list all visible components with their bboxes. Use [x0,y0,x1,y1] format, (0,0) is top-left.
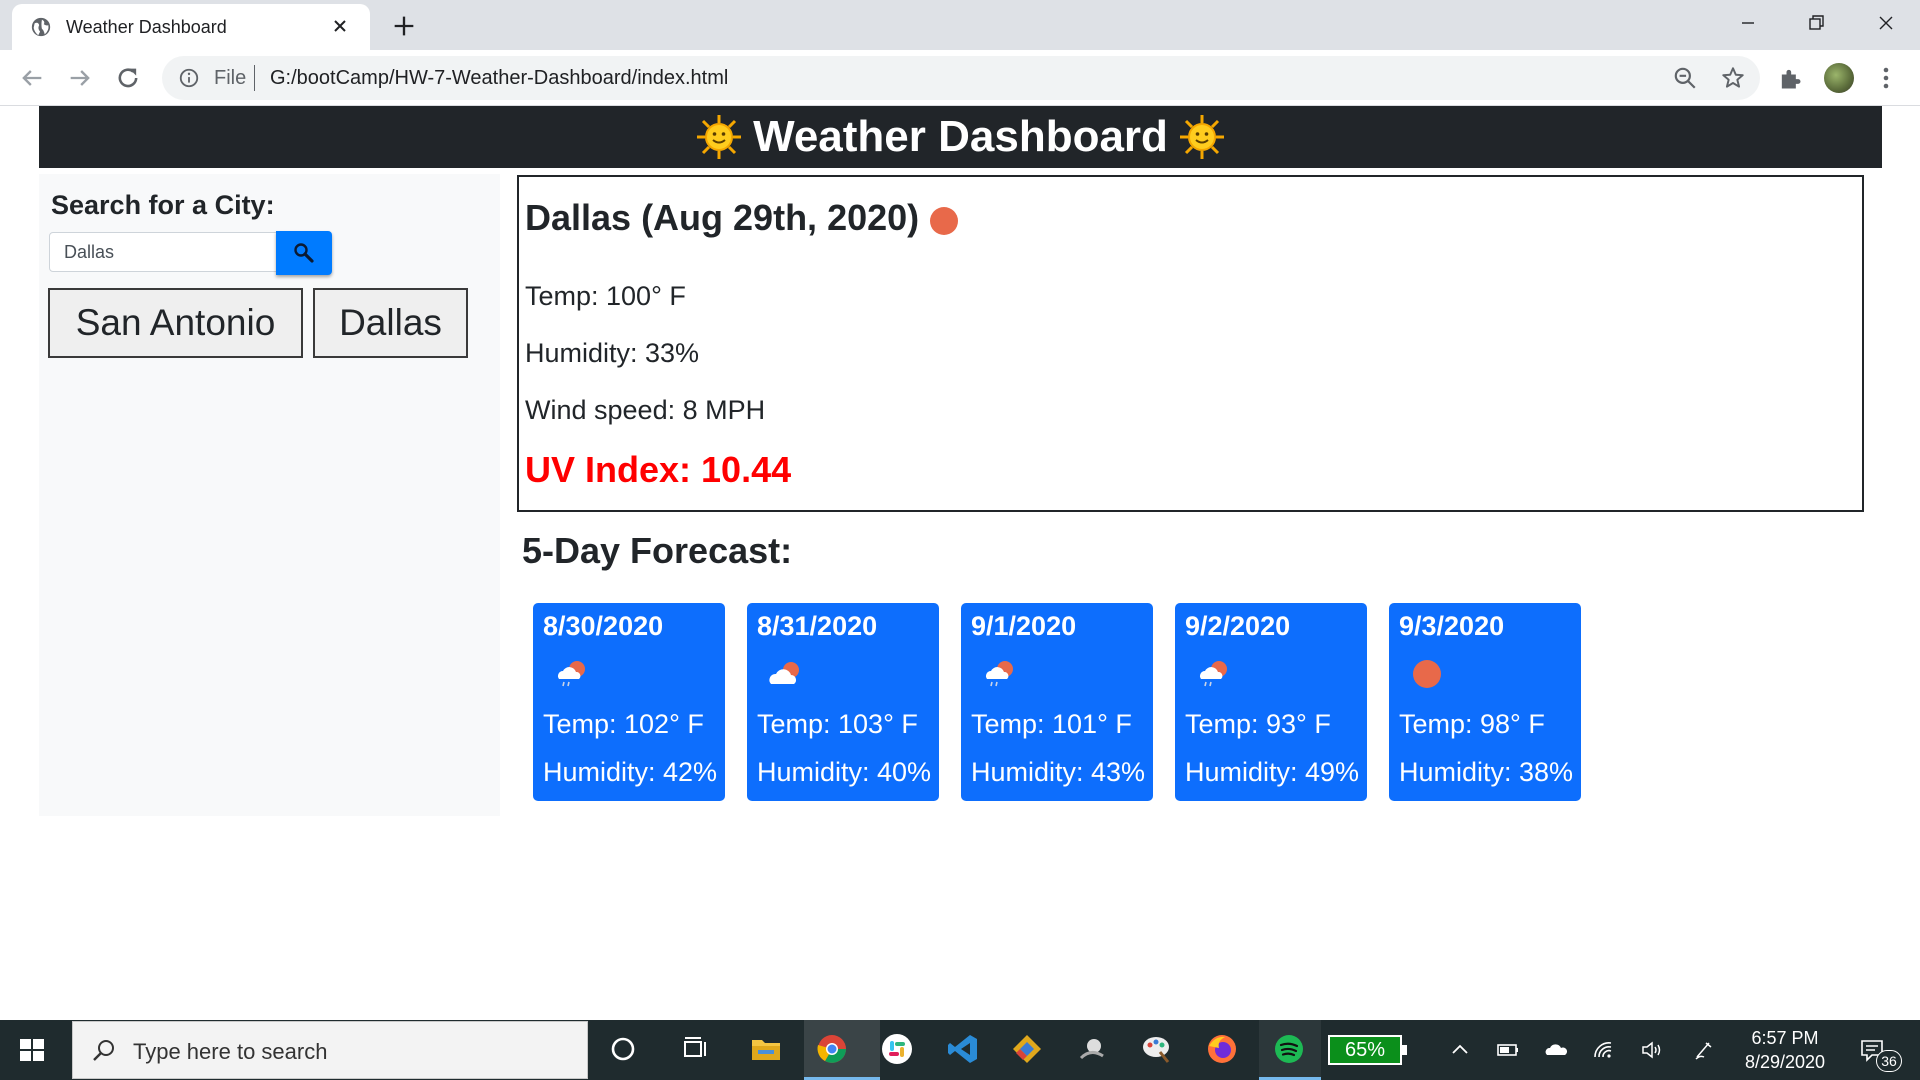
history-city-button[interactable]: Dallas [313,288,468,358]
browser-tab[interactable]: Weather Dashboard [12,4,370,50]
menu-kebab-icon[interactable] [1876,64,1896,92]
uv-index: UV Index: 10.44 [525,449,792,490]
cloud-rain-sun-icon [558,661,585,687]
forecast-humidity: Humidity: 49% [1185,757,1360,787]
taskbar-search-box[interactable]: Type here to search [72,1021,588,1079]
search-icon [93,1040,114,1061]
firefox-icon[interactable] [1205,1032,1239,1066]
forecast-humidity: Humidity: 42% [543,757,718,787]
paint-icon[interactable] [1140,1032,1174,1066]
forecast-card: 9/2/2020 Temp: 93° F Humidity: 49% [1175,603,1367,801]
current-weather-panel: Dallas (Aug 29th, 2020) Temp: 100° F Hum… [517,175,1864,512]
volume-icon[interactable] [1640,1038,1664,1062]
search-sidebar: Search for a City: San Antonio Dallas [39,174,500,816]
restore-icon[interactable] [1796,8,1836,38]
file-explorer-icon[interactable] [749,1032,783,1066]
forecast-humidity: Humidity: 38% [1399,757,1574,787]
forecast-card: 8/30/2020 Temp: 102° F Humidity: 42% [533,603,725,801]
close-icon[interactable] [328,14,352,38]
forecast-temp: Temp: 103° F [757,709,918,739]
clock-time: 6:57 PM [1751,1028,1819,1048]
cloud-rain-sun-icon [1200,661,1227,687]
battery-indicator[interactable]: 65% [1328,1035,1407,1065]
browser-toolbar: File G:/bootCamp/HW-7-Weather-Dashboard/… [0,50,1920,106]
forecast-date: 9/1/2020 [971,611,1077,641]
minimize-icon[interactable] [1728,8,1768,38]
cloud-rain-sun-icon [986,661,1013,687]
current-city-title: Dallas (Aug 29th, 2020) [525,197,920,238]
globe-icon [31,17,51,37]
city-search-input[interactable] [49,232,277,272]
extensions-icon[interactable] [1776,64,1804,92]
current-temp: Temp: 100° F [525,281,686,311]
new-tab-icon[interactable] [390,12,418,40]
page-content: Weather Dashboard Search for a City: San… [0,106,1920,1020]
cortana-icon[interactable] [606,1032,640,1066]
info-icon[interactable] [178,67,200,89]
forecast-temp: Temp: 101° F [971,709,1132,739]
notification-count-badge: 36 [1876,1050,1902,1072]
git-tool-icon[interactable] [1010,1032,1044,1066]
history-city-button[interactable]: San Antonio [48,288,303,358]
windows-start-icon[interactable] [18,1036,46,1064]
page-header: Weather Dashboard [39,106,1882,168]
taskbar-search-placeholder: Type here to search [133,1039,328,1064]
forecast-temp: Temp: 102° F [543,709,704,739]
reload-icon[interactable] [114,64,142,92]
zoom-icon[interactable] [1672,65,1698,91]
profile-avatar[interactable] [1824,63,1854,93]
current-humidity: Humidity: 33% [525,338,700,368]
tab-title: Weather Dashboard [66,17,227,37]
forecast-temp: Temp: 98° F [1399,709,1545,739]
task-view-icon[interactable] [678,1032,712,1066]
bookmark-star-icon[interactable] [1720,65,1746,91]
back-icon[interactable] [18,64,46,92]
page-title: Weather Dashboard [753,112,1168,161]
address-bar[interactable]: File G:/bootCamp/HW-7-Weather-Dashboard/… [162,56,1760,100]
sun-icon [930,207,958,235]
url-scheme: File [214,67,247,89]
cloud-sun-icon [769,662,799,684]
forecast-card: 9/1/2020 Temp: 101° F Humidity: 43% [961,603,1153,801]
forecast-humidity: Humidity: 43% [971,757,1146,787]
forward-icon[interactable] [66,64,94,92]
slack-icon[interactable] [880,1032,914,1066]
sun-face-icon [1179,115,1224,159]
forecast-date: 8/30/2020 [543,611,664,641]
sun-face-icon [697,115,742,159]
forecast-date: 9/3/2020 [1399,611,1505,641]
forecast-heading: 5-Day Forecast: [522,530,793,571]
forecast-temp: Temp: 93° F [1185,709,1331,739]
search-button[interactable] [276,231,332,275]
spotify-icon[interactable] [1272,1032,1306,1066]
sun-icon [1413,660,1441,688]
wifi-icon[interactable] [1592,1038,1616,1062]
forecast-card: 9/3/2020 Temp: 98° F Humidity: 38% [1389,603,1581,801]
close-window-icon[interactable] [1866,8,1906,38]
chrome-icon[interactable] [815,1032,849,1066]
windows-taskbar: Type here to search 65% 6:57 PM 8/29/202… [0,1020,1920,1080]
app-icon[interactable] [1075,1032,1109,1066]
url-separator [254,65,255,91]
battery-tray-icon[interactable] [1496,1038,1520,1062]
forecast-card: 8/31/2020 Temp: 103° F Humidity: 40% [747,603,939,801]
current-wind: Wind speed: 8 MPH [525,395,766,425]
forecast-date: 8/31/2020 [757,611,878,641]
system-clock[interactable]: 6:57 PM 8/29/2020 [1730,1026,1840,1074]
onedrive-icon[interactable] [1544,1038,1568,1062]
url-text[interactable]: G:/bootCamp/HW-7-Weather-Dashboard/index… [270,67,728,90]
forecast-date: 9/2/2020 [1185,611,1291,641]
search-icon [294,243,314,263]
search-label: Search for a City: [51,190,275,220]
clock-date: 8/29/2020 [1744,1052,1826,1072]
pen-icon[interactable] [1692,1038,1716,1062]
chevron-up-icon[interactable] [1448,1038,1472,1062]
forecast-humidity: Humidity: 40% [757,757,932,787]
vscode-icon[interactable] [946,1032,980,1066]
browser-tab-strip: Weather Dashboard [0,0,1920,50]
